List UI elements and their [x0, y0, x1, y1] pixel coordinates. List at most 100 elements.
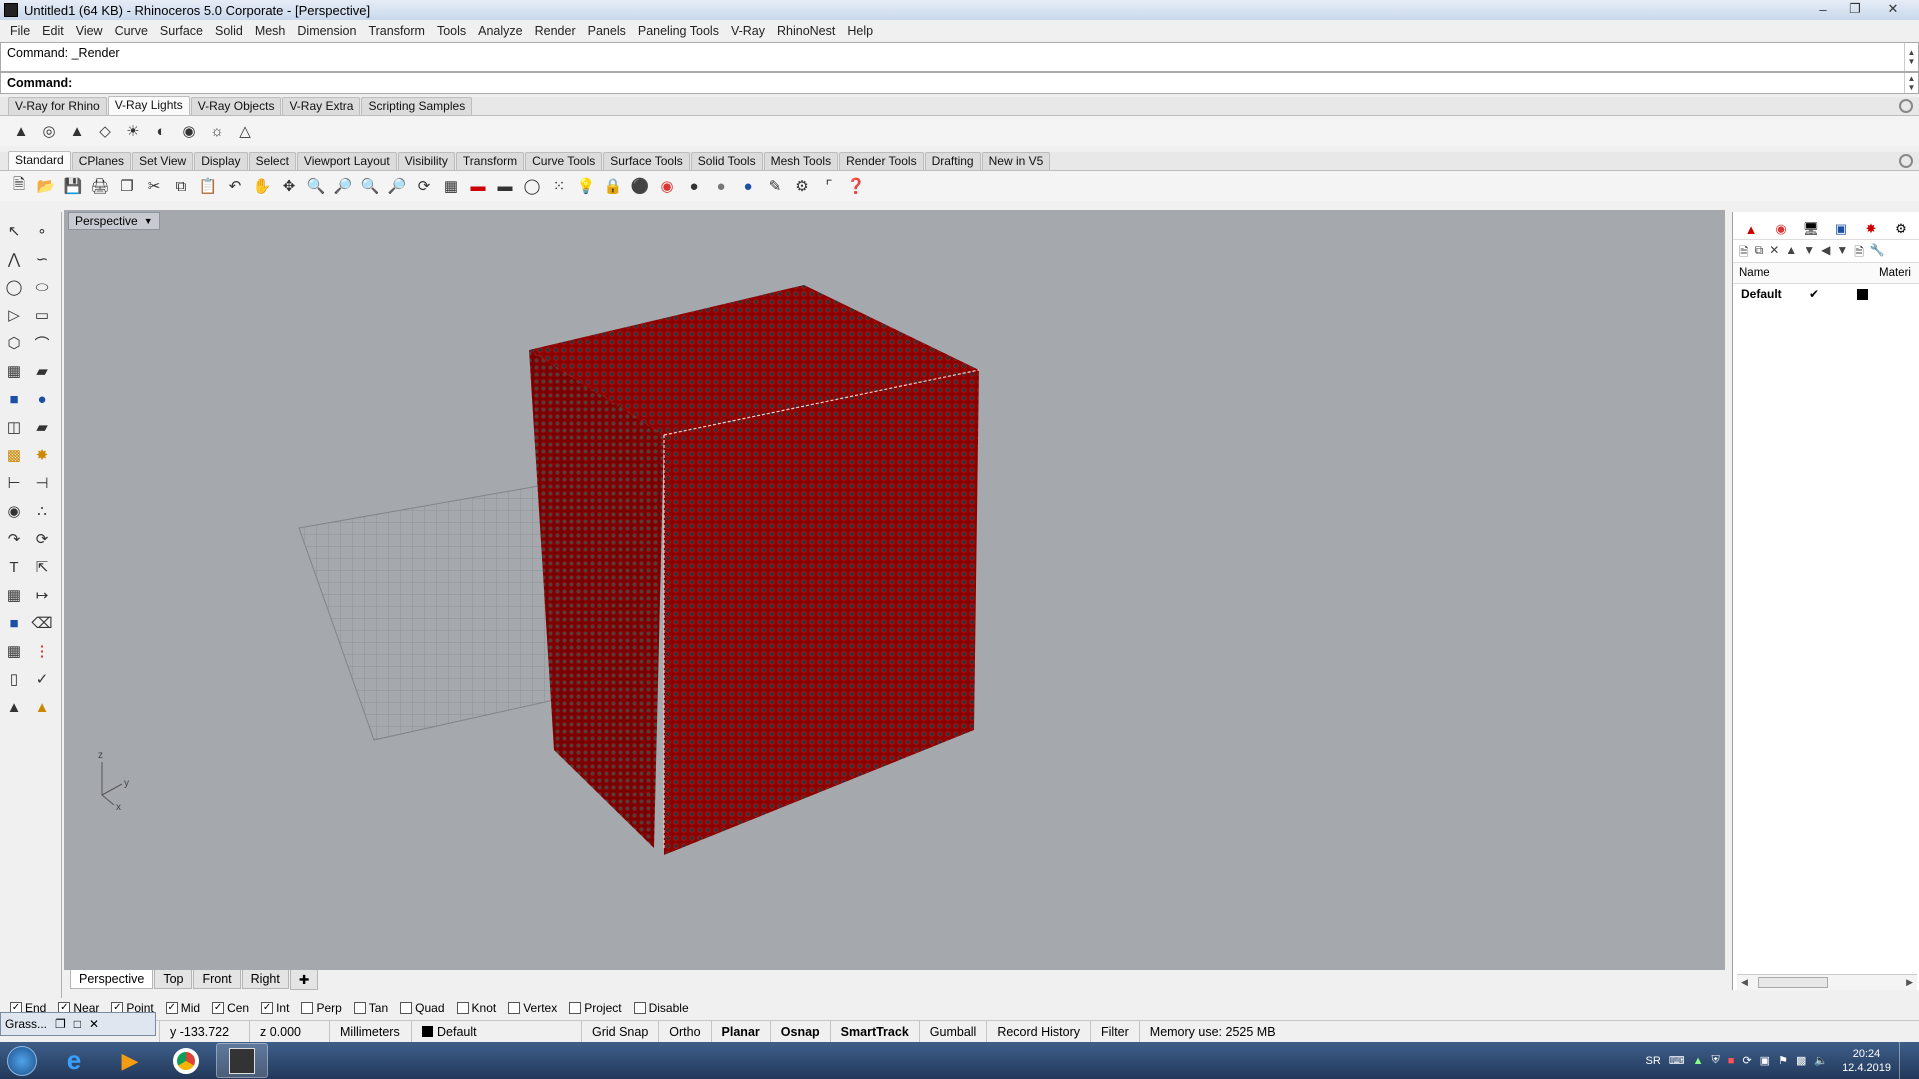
start-button[interactable] — [0, 1042, 44, 1079]
status-record-history[interactable]: Record History — [987, 1021, 1091, 1042]
curve-icon[interactable]: ∽ — [30, 248, 54, 270]
viewport-tab-right[interactable]: Right — [241, 970, 289, 989]
text-icon[interactable]: T — [2, 556, 26, 578]
menu-rhinonest[interactable]: RhinoNest — [771, 24, 841, 38]
status-current-layer[interactable]: Default — [412, 1021, 582, 1042]
extrude-curve-icon[interactable]: ▰ — [30, 360, 54, 382]
tab-set-view[interactable]: Set View — [132, 152, 194, 170]
pan-hand-icon[interactable]: ✋ — [251, 175, 273, 197]
new-sublayer-icon[interactable]: ⧉ — [1755, 243, 1764, 259]
osnap-mid[interactable]: ✓ Mid — [165, 1001, 200, 1015]
rectangle-icon[interactable]: ▭ — [30, 304, 54, 326]
maximize-icon[interactable]: □ — [74, 1017, 81, 1031]
close-button[interactable]: ✕ — [1871, 0, 1915, 18]
rectangle-light-icon[interactable]: ▲ — [10, 120, 32, 142]
viewport-tab-front[interactable]: Front — [193, 970, 241, 989]
command-history[interactable]: Command: _Render ▲ ▼ — [0, 42, 1919, 72]
viewport-menu-chevron-icon[interactable]: ▼ — [144, 216, 153, 226]
status-units[interactable]: Millimeters — [330, 1021, 412, 1042]
tab-new-in-v5[interactable]: New in V5 — [981, 152, 1051, 170]
layer-name[interactable]: Default — [1733, 287, 1809, 301]
tab-vray-objects[interactable]: V-Ray Objects — [190, 97, 282, 115]
status-ortho[interactable]: Ortho — [659, 1021, 712, 1042]
help-icon[interactable]: ❓ — [845, 175, 867, 197]
arc-icon[interactable]: ▷ — [2, 304, 26, 326]
tab-mesh-tools[interactable]: Mesh Tools — [763, 152, 839, 170]
osnap-cen[interactable]: ✓ Cen — [212, 1001, 249, 1015]
analyze-icon[interactable]: ▯ — [2, 668, 26, 690]
network-icon[interactable]: ▩ — [1796, 1054, 1806, 1067]
menu-solid[interactable]: Solid — [209, 24, 249, 38]
zoom-icon[interactable]: 🔍 — [305, 175, 327, 197]
taskbar-rhino[interactable] — [216, 1043, 268, 1078]
status-smarttrack[interactable]: SmartTrack — [831, 1021, 920, 1042]
ungroup-icon[interactable]: ∴ — [30, 500, 54, 522]
restore-icon[interactable]: ❐ — [55, 1017, 66, 1031]
osnap-project[interactable]: Project — [569, 1001, 622, 1015]
zoom-window-icon[interactable]: 🔎 — [332, 175, 354, 197]
taskbar-media-player[interactable]: ▶ — [104, 1043, 156, 1078]
ellipse-icon[interactable]: ⬭ — [30, 276, 54, 298]
menu-vray[interactable]: V-Ray — [725, 24, 771, 38]
sync-icon[interactable]: ⟳ — [1742, 1054, 1751, 1067]
status-planar[interactable]: Planar — [712, 1021, 771, 1042]
command-prompt[interactable]: Command: ▲ ▼ — [0, 72, 1919, 94]
viewport-tab-perspective[interactable]: Perspective — [70, 970, 154, 989]
vray-tab-icon[interactable]: ✸ — [1861, 220, 1881, 238]
layer-color-swatch[interactable] — [1857, 288, 1868, 300]
copy-icon[interactable]: ⧉ — [170, 175, 192, 197]
menu-curve[interactable]: Curve — [109, 24, 154, 38]
print-icon[interactable]: 🖨 — [89, 175, 111, 197]
osnap-tan-checkbox[interactable] — [353, 1002, 366, 1014]
layer-row-default[interactable]: Default ✔ — [1733, 284, 1919, 304]
fillet-curve-icon[interactable]: ⌒ — [30, 332, 54, 354]
menu-panels[interactable]: Panels — [582, 24, 632, 38]
menu-surface[interactable]: Surface — [154, 24, 209, 38]
tab-scripting-samples[interactable]: Scripting Samples — [361, 97, 473, 115]
check-icon[interactable]: ✓ — [30, 668, 54, 690]
menu-view[interactable]: View — [70, 24, 109, 38]
viewport-tab-top[interactable]: Top — [154, 970, 193, 989]
osnap-perp[interactable]: Perp — [301, 1001, 342, 1015]
tab-vray-for-rhino[interactable]: V-Ray for Rhino — [8, 97, 107, 115]
surface-corner-icon[interactable]: ▦ — [2, 360, 26, 382]
mesh-light-icon[interactable]: △ — [234, 120, 256, 142]
status-grid-snap[interactable]: Grid Snap — [582, 1021, 660, 1042]
rotate-view-icon[interactable]: ⟳ — [413, 175, 435, 197]
tab-select[interactable]: Select — [248, 152, 296, 170]
point-icon[interactable]: ∘ — [30, 220, 54, 242]
four-viewports-icon[interactable]: ▦ — [440, 175, 462, 197]
cylinder-icon[interactable]: ◫ — [2, 416, 26, 438]
dome-light-icon[interactable]: ◐ — [150, 120, 172, 142]
circle-icon[interactable]: ◯ — [2, 276, 26, 298]
dimension-icon[interactable]: ⌜ — [818, 175, 840, 197]
show-desktop-button[interactable] — [1899, 1042, 1911, 1079]
box-icon[interactable]: ■ — [2, 388, 26, 410]
perspective-viewport[interactable]: z y x — [64, 210, 1725, 970]
sphere-light-icon[interactable]: ◎ — [38, 120, 60, 142]
osnap-knot[interactable]: Knot — [456, 1001, 496, 1015]
taskbar-internet-explorer[interactable]: e — [48, 1043, 100, 1078]
volume-icon[interactable]: 🔈 — [1814, 1054, 1828, 1067]
options-gear-icon[interactable]: ⚙ — [791, 175, 813, 197]
osnap-mid-checkbox[interactable]: ✓ — [165, 1002, 178, 1014]
osnap-disable-checkbox[interactable] — [633, 1002, 646, 1014]
osnap-quad-checkbox[interactable] — [400, 1002, 413, 1014]
toolbar-gear-icon[interactable] — [1899, 99, 1913, 113]
command-prompt-scrollbar[interactable]: ▲ ▼ — [1904, 73, 1918, 93]
filter-icon[interactable]: ▼ — [1836, 243, 1848, 259]
move-left-icon[interactable]: ◀ — [1821, 243, 1830, 259]
osnap-cen-checkbox[interactable]: ✓ — [212, 1002, 225, 1014]
close-icon[interactable]: ✕ — [89, 1017, 99, 1031]
block-icon[interactable]: ■ — [2, 612, 26, 634]
osnap-project-checkbox[interactable] — [569, 1002, 582, 1014]
tab-solid-tools[interactable]: Solid Tools — [690, 152, 763, 170]
menu-dimension[interactable]: Dimension — [291, 24, 362, 38]
new-file-icon[interactable]: 🗎 — [8, 175, 30, 197]
history-icon[interactable]: ⋮ — [30, 640, 54, 662]
color-wheel-icon[interactable]: ◉ — [656, 175, 678, 197]
column-material[interactable]: Materi — [1879, 267, 1911, 279]
render-preview-icon[interactable]: ● — [710, 175, 732, 197]
grasshopper-minimized-window[interactable]: Grass... ❐ □ ✕ — [0, 1012, 156, 1036]
linear-dimension-icon[interactable]: ⌫ — [30, 612, 54, 634]
